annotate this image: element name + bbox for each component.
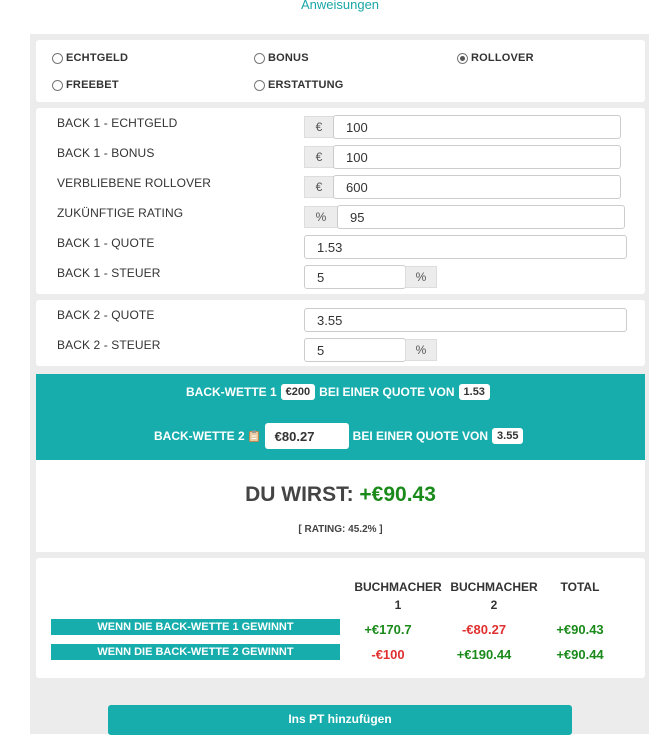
row-label-back1-wins: WENN DIE BACK-WETTE 1 GEWINNT <box>51 619 340 635</box>
back1-echtgeld-label: BACK 1 - ECHTGELD <box>57 116 178 130</box>
radio-icon[interactable] <box>254 79 265 91</box>
add-to-pt-button[interactable]: Ins PT hinzufügen <box>108 705 572 735</box>
radio-freebet[interactable]: FREEBET <box>52 79 119 91</box>
header-total: TOTAL <box>560 580 600 594</box>
radio-label: ROLLOVER <box>471 52 534 64</box>
back2-summary-line: BACK-WETTE 2 €80.27 BEI EINER QUOTE VON … <box>154 423 524 449</box>
radio-bonus[interactable]: BONUS <box>254 52 309 64</box>
stake-summary: BACK-WETTE 1 €200 BEI EINER QUOTE VON 1.… <box>36 374 645 460</box>
back2-summary-prefix: BACK-WETTE 2 <box>154 429 245 443</box>
percent-addon: % <box>304 206 338 228</box>
back2-steuer-label: BACK 2 - STEUER <box>57 338 161 352</box>
result-prefix: DU WIRST: <box>245 483 354 506</box>
result-title: DU WIRST: +€90.43 <box>36 483 645 507</box>
back1-summary-prefix: BACK-WETTE 1 <box>186 385 277 399</box>
back1-summary-line: BACK-WETTE 1 €200 BEI EINER QUOTE VON 1.… <box>186 384 490 400</box>
result-amount: +€90.43 <box>359 483 436 506</box>
back1-stake-value: €200 <box>280 384 316 400</box>
percent-addon: % <box>405 339 437 361</box>
header-bookmaker-2: BUCHMACHER 2 <box>450 580 538 612</box>
rating-label: ZUKÜNFTIGE RATING <box>57 206 184 220</box>
back1-card: BACK 1 - ECHTGELD BACK 1 - BONUS VERBLIE… <box>36 108 645 294</box>
back2-odds-value: 3.55 <box>492 428 524 444</box>
back1-quote-label: BACK 1 - QUOTE <box>57 236 155 250</box>
bet-type-card <box>36 40 645 102</box>
result-card: DU WIRST: +€90.43 [ RATING: 45.2% ] <box>36 460 645 552</box>
rollover-input[interactable]: 600 <box>333 175 621 199</box>
back2-card: BACK 2 - QUOTE BACK 2 - STEUER 3.55 5 % <box>36 300 645 366</box>
back1-quote-input[interactable]: 1.53 <box>304 235 627 259</box>
back1-bonus-label: BACK 1 - BONUS <box>57 146 155 160</box>
row2-bookmaker-2-value: +€190.44 <box>456 647 512 662</box>
row1-total-value: +€90.43 <box>556 622 604 637</box>
row1-bookmaker-1-value: +€170.7 <box>364 622 412 637</box>
row2-bookmaker-1-value: -€100 <box>371 647 405 662</box>
header-bookmaker-1: BUCHMACHER 1 <box>354 580 442 612</box>
summary-mid-text: BEI EINER QUOTE VON <box>319 385 455 399</box>
clipboard-icon[interactable] <box>248 430 259 442</box>
radio-label: FREEBET <box>66 79 119 91</box>
radio-rollover[interactable]: ROLLOVER <box>457 52 534 64</box>
euro-addon: € <box>304 146 334 168</box>
euro-addon: € <box>304 116 334 138</box>
radio-icon[interactable] <box>52 79 63 91</box>
row-label-back2-wins: WENN DIE BACK-WETTE 2 GEWINNT <box>51 644 340 660</box>
row1-bookmaker-2-value: -€80.27 <box>461 622 507 637</box>
back2-quote-label: BACK 2 - QUOTE <box>57 308 155 322</box>
radio-checked-icon[interactable] <box>457 52 468 64</box>
back2-quote-input[interactable]: 3.55 <box>304 308 627 332</box>
radio-icon[interactable] <box>254 52 265 64</box>
back2-stake-field[interactable]: €80.27 <box>264 423 349 449</box>
instructions-link[interactable]: Anweisungen <box>0 0 649 12</box>
radio-echtgeld[interactable]: ECHTGELD <box>52 52 128 64</box>
radio-erstattung[interactable]: ERSTATTUNG <box>254 79 344 91</box>
back1-steuer-label: BACK 1 - STEUER <box>57 266 161 280</box>
radio-label: ECHTGELD <box>66 52 129 64</box>
radio-label: ERSTATTUNG <box>268 79 344 91</box>
row2-total-value: +€90.44 <box>556 647 604 662</box>
back1-echtgeld-input[interactable]: 100 <box>333 115 621 139</box>
back1-steuer-input[interactable]: 5 <box>304 265 406 289</box>
back2-steuer-input[interactable]: 5 <box>304 338 406 362</box>
rollover-label: VERBLIEBENE ROLLOVER <box>57 176 212 190</box>
euro-addon: € <box>304 176 334 198</box>
back1-odds-value: 1.53 <box>458 384 490 400</box>
summary-mid-text: BEI EINER QUOTE VON <box>352 429 489 443</box>
radio-label: BONUS <box>268 52 309 64</box>
rating-input[interactable]: 95 <box>337 205 625 229</box>
percent-addon: % <box>405 266 437 288</box>
radio-icon[interactable] <box>52 52 63 64</box>
rating-text: [ RATING: 45.2% ] <box>298 524 383 535</box>
back1-bonus-input[interactable]: 100 <box>333 145 621 169</box>
